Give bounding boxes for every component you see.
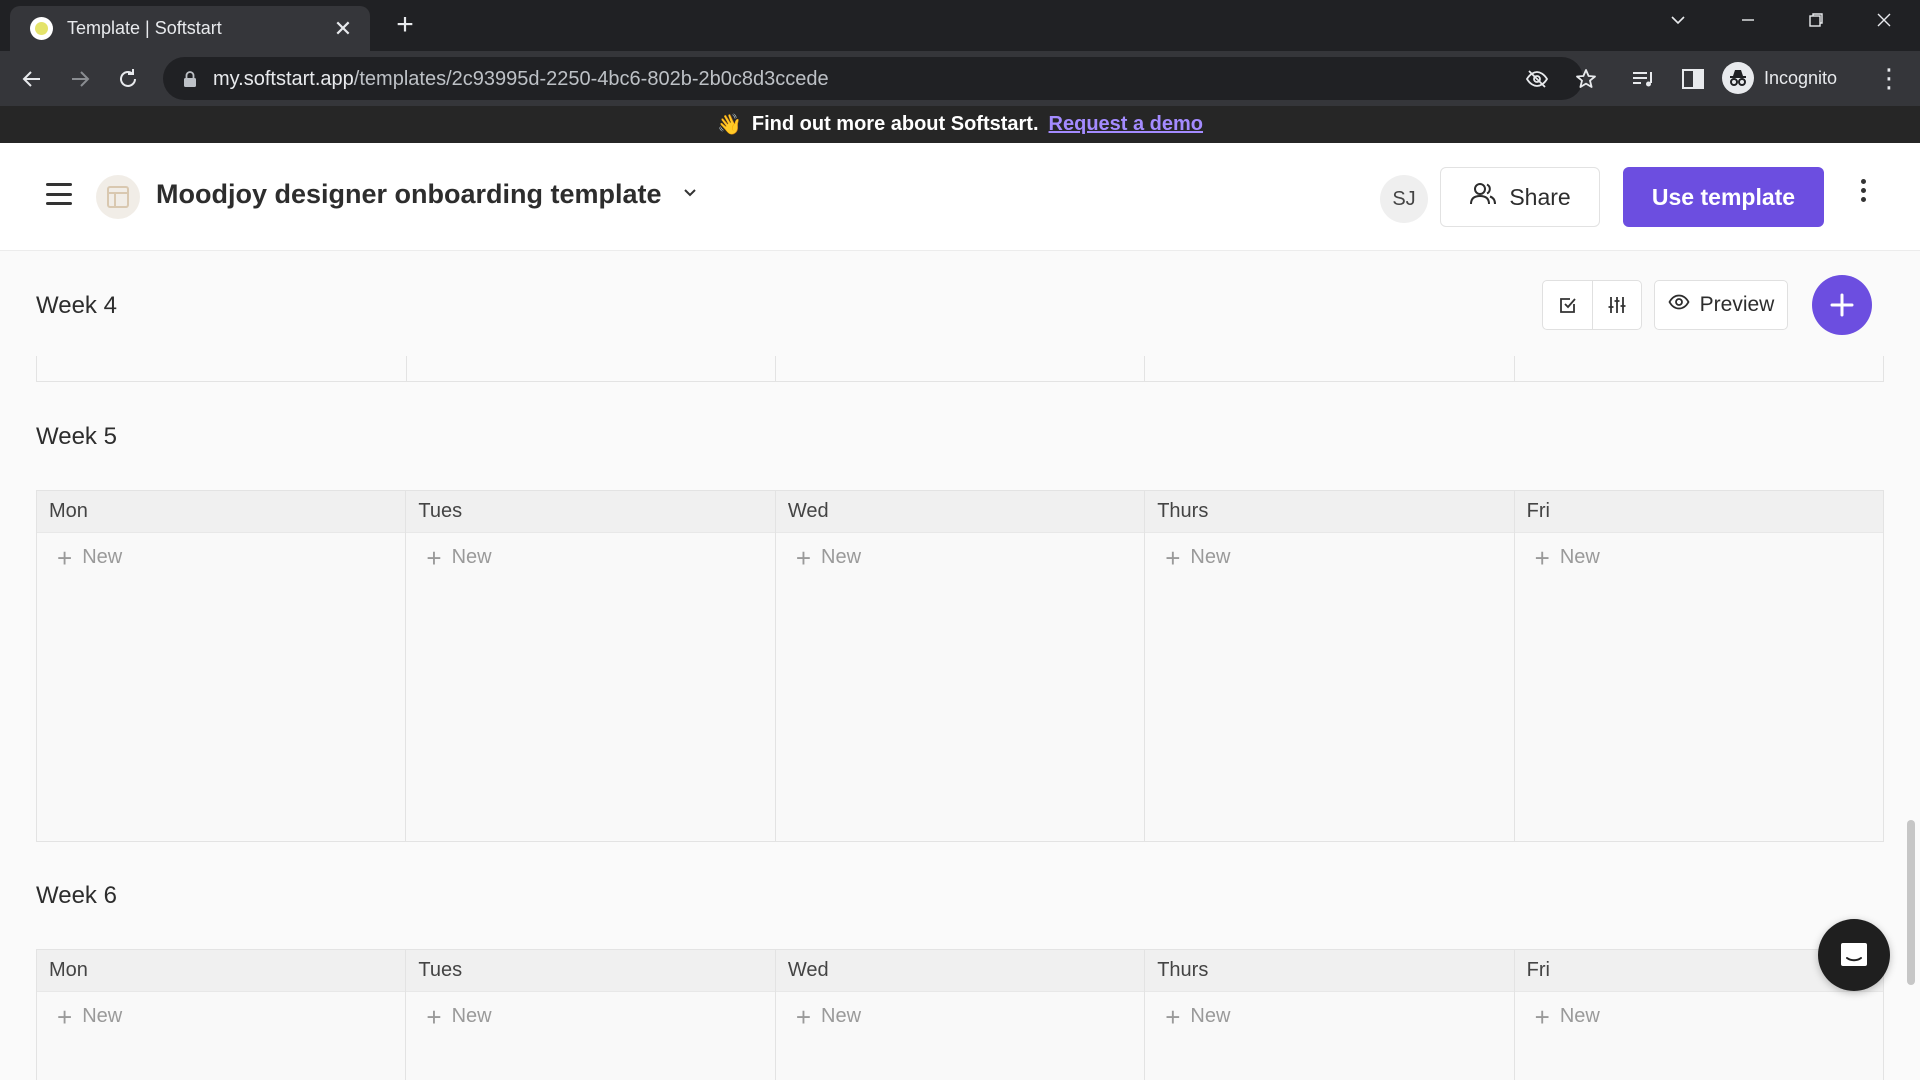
day-column: Thurs + New xyxy=(1144,491,1514,841)
reload-icon[interactable] xyxy=(112,63,144,95)
scrollbar-thumb[interactable] xyxy=(1907,820,1915,985)
new-item-button[interactable]: + New xyxy=(57,542,405,573)
day-header: Tues xyxy=(406,491,775,533)
new-item-button[interactable]: + New xyxy=(57,1001,405,1032)
day-header: Thurs xyxy=(1145,950,1514,992)
users-icon xyxy=(1469,180,1497,214)
preview-button[interactable]: Preview xyxy=(1654,280,1788,330)
softstart-favicon-icon xyxy=(30,17,53,40)
plus-icon xyxy=(1830,293,1854,317)
new-tab-icon[interactable]: + xyxy=(390,10,420,40)
hamburger-menu-icon[interactable] xyxy=(46,183,72,205)
day-column: Fri + New xyxy=(1513,491,1884,841)
bookmark-star-icon[interactable] xyxy=(1574,67,1598,91)
banner-text: Find out more about Softstart. xyxy=(751,113,1039,135)
share-button[interactable]: Share xyxy=(1440,167,1600,227)
side-panel-icon[interactable] xyxy=(1680,66,1706,92)
week-actions: Preview xyxy=(1542,280,1788,330)
browser-tab-bar: Template | Softstart ✕ + xyxy=(0,0,1920,51)
url-text[interactable]: my.softstart.app/templates/2c93995d-2250… xyxy=(213,68,829,91)
page-title[interactable]: Moodjoy designer onboarding template xyxy=(156,179,662,210)
minimize-icon[interactable] xyxy=(1726,8,1770,36)
plus-icon: + xyxy=(57,1001,73,1032)
tab-search-chevron-icon[interactable] xyxy=(1656,8,1700,36)
new-item-button[interactable]: + New xyxy=(426,542,774,573)
plus-icon: + xyxy=(426,542,442,573)
use-template-button[interactable]: Use template xyxy=(1623,167,1824,227)
media-queue-icon[interactable] xyxy=(1630,66,1656,92)
preview-label: Preview xyxy=(1699,293,1775,316)
week-5-grid: Mon + New Tues + New Wed + New Thurs + New F… xyxy=(36,490,1884,842)
day-column: Tues + New xyxy=(405,950,775,1080)
day-header: Tues xyxy=(406,950,775,992)
lock-icon[interactable] xyxy=(183,70,197,93)
plus-icon: + xyxy=(1165,1001,1181,1032)
tab-close-icon[interactable]: ✕ xyxy=(330,16,356,42)
more-options-icon[interactable] xyxy=(1858,179,1868,215)
day-header: Mon xyxy=(37,491,406,533)
day-header: Thurs xyxy=(1145,491,1514,533)
plus-icon: + xyxy=(1534,1001,1550,1032)
day-header: Wed xyxy=(775,950,1145,992)
browser-toolbar: my.softstart.app/templates/2c93995d-2250… xyxy=(0,51,1920,106)
app-header: Moodjoy designer onboarding template SJ … xyxy=(0,143,1920,251)
waving-hand-icon: 👋 xyxy=(716,113,742,136)
chrome-menu-icon[interactable]: ⋮ xyxy=(1876,65,1902,91)
checkbox-view-icon[interactable] xyxy=(1543,281,1592,329)
incognito-profile[interactable]: Incognito xyxy=(1722,59,1837,97)
plus-icon: + xyxy=(426,1001,442,1032)
week-4-grid-bottom xyxy=(36,356,1884,382)
view-toggle-group xyxy=(1542,280,1642,330)
plus-icon: + xyxy=(1165,542,1181,573)
avatar[interactable]: SJ xyxy=(1380,175,1428,223)
day-column: Thurs + New xyxy=(1144,950,1514,1080)
new-item-button[interactable]: + New xyxy=(1534,1001,1883,1032)
day-column: Mon + New xyxy=(37,491,406,841)
new-item-button[interactable]: + New xyxy=(1534,542,1883,573)
share-label: Share xyxy=(1509,183,1571,210)
new-item-button[interactable]: + New xyxy=(795,542,1144,573)
chat-icon xyxy=(1841,943,1867,966)
chevron-down-icon[interactable] xyxy=(680,183,700,203)
day-header: Wed xyxy=(775,491,1145,533)
plus-icon: + xyxy=(795,542,811,573)
day-column: Wed + New xyxy=(774,950,1145,1080)
plus-icon: + xyxy=(1534,542,1550,573)
week-title: Week 6 xyxy=(36,882,117,909)
close-window-icon[interactable] xyxy=(1862,8,1906,36)
day-column: Mon + New xyxy=(37,950,406,1080)
incognito-icon xyxy=(1722,62,1754,94)
eye-off-icon[interactable] xyxy=(1525,67,1549,91)
week-title: Week 5 xyxy=(36,423,117,450)
template-layout-icon xyxy=(96,175,140,219)
new-item-button[interactable]: + New xyxy=(1165,1001,1513,1032)
add-item-button[interactable] xyxy=(1812,275,1872,335)
day-header: Mon xyxy=(37,950,406,992)
promo-banner: 👋 Find out more about Softstart. Request… xyxy=(0,106,1920,143)
new-item-button[interactable]: + New xyxy=(1165,542,1513,573)
plus-icon: + xyxy=(57,542,73,573)
day-column: Wed + New xyxy=(774,491,1145,841)
browser-tab[interactable]: Template | Softstart ✕ xyxy=(10,6,370,51)
request-demo-link[interactable]: Request a demo xyxy=(1049,113,1203,136)
back-icon[interactable] xyxy=(16,63,48,95)
profile-label: Incognito xyxy=(1764,67,1838,88)
day-column: Tues + New xyxy=(405,491,775,841)
day-header: Fri xyxy=(1514,491,1884,533)
eye-icon xyxy=(1668,291,1690,319)
forward-icon[interactable] xyxy=(64,63,96,95)
filter-sliders-icon[interactable] xyxy=(1592,281,1641,329)
address-bar[interactable]: my.softstart.app/templates/2c93995d-2250… xyxy=(163,57,1596,100)
plus-icon: + xyxy=(795,1001,811,1032)
restore-icon[interactable] xyxy=(1794,8,1838,36)
new-item-button[interactable]: + New xyxy=(426,1001,774,1032)
week-6-grid: Mon + New Tues + New Wed + New Thurs + New F… xyxy=(36,949,1884,1080)
chat-support-button[interactable] xyxy=(1818,919,1890,991)
tab-title: Template | Softstart xyxy=(67,18,222,38)
week-title: Week 4 xyxy=(36,292,117,319)
new-item-button[interactable]: + New xyxy=(795,1001,1144,1032)
